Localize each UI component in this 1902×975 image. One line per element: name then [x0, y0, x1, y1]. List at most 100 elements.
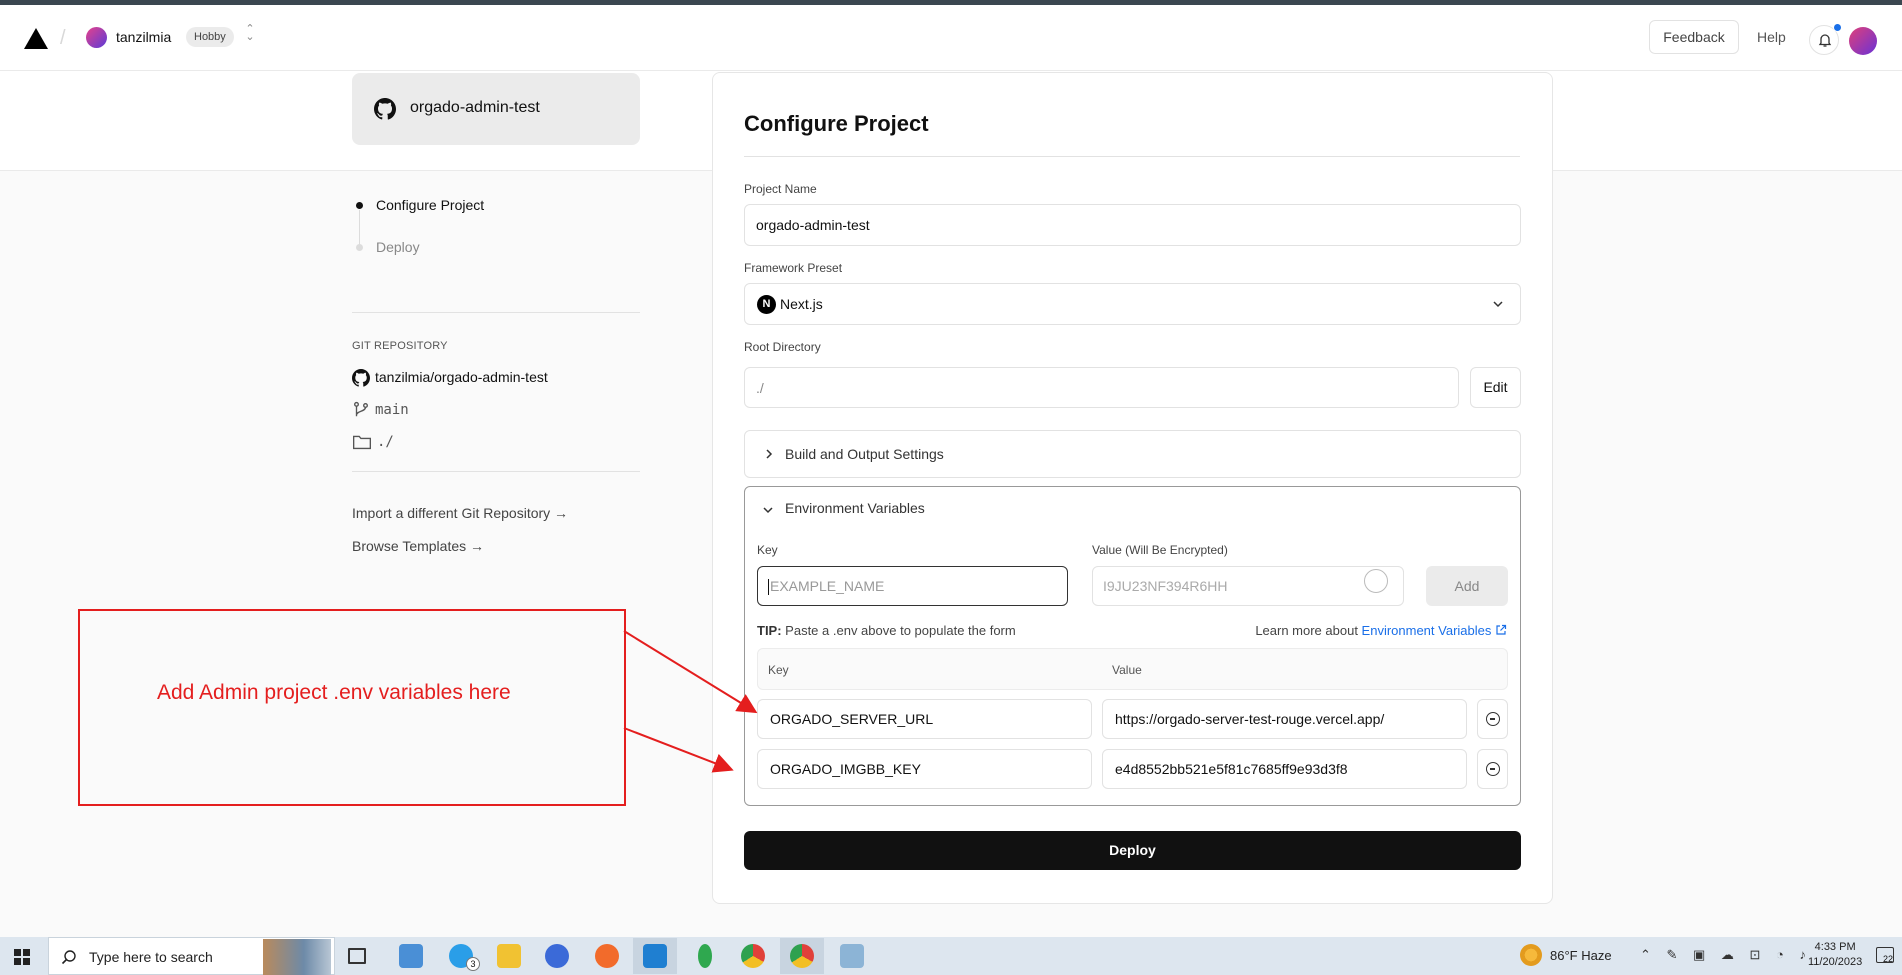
minus-circle-icon [1486, 712, 1500, 726]
system-tray-icons[interactable]: ⌃ ✎ ▣ ☁ ⊡ ◔ ♪ [1640, 947, 1812, 963]
steps-line [359, 210, 360, 248]
env-key-input[interactable]: EXAMPLE_NAME [757, 566, 1068, 606]
build-output-settings-label: Build and Output Settings [785, 446, 944, 462]
tip-text: Paste a .env above to populate the form [781, 623, 1016, 638]
git-repository-label: GIT REPOSITORY [352, 340, 448, 352]
external-link-icon[interactable] [1495, 624, 1507, 636]
team-name[interactable]: tanzilmia [116, 29, 171, 45]
team-avatar[interactable] [86, 27, 107, 48]
env-table-value-header: Value [1112, 663, 1142, 677]
nextjs-logo-icon: N [757, 295, 776, 314]
step-dot-active [356, 202, 363, 209]
project-name-label: Project Name [744, 182, 817, 196]
project-name-input[interactable]: orgado-admin-test [744, 204, 1521, 246]
clock-time: 4:33 PM [1814, 941, 1856, 953]
edit-root-directory-button[interactable]: Edit [1470, 367, 1521, 408]
user-avatar[interactable] [1849, 27, 1877, 55]
page-title: Configure Project [744, 111, 929, 136]
taskbar-search-box[interactable]: Type here to search [48, 937, 335, 975]
environment-variables-title[interactable]: Environment Variables [785, 500, 925, 516]
env-row-key-input[interactable]: ORGADO_SERVER_URL [757, 699, 1092, 739]
learn-more-text: Learn more about Environment Variables [1255, 623, 1507, 638]
weather-text[interactable]: 86°F Haze [1550, 948, 1612, 963]
env-key-placeholder: EXAMPLE_NAME [770, 578, 885, 594]
environment-variables-link[interactable]: Environment Variables [1362, 623, 1492, 638]
framework-preset-value: Next.js [780, 296, 823, 312]
env-value-label: Value (Will Be Encrypted) [1092, 543, 1228, 557]
annotation-text: Add Admin project .env variables here [157, 681, 511, 704]
root-directory-input[interactable]: ./ [744, 367, 1459, 408]
annotation-arrows [623, 630, 758, 773]
env-row-key-input[interactable]: ORGADO_IMGBB_KEY [757, 749, 1092, 789]
remove-env-row-button[interactable] [1477, 749, 1508, 789]
repo-card: orgado-admin-test [352, 73, 640, 145]
git-repo-row[interactable]: tanzilmia/orgado-admin-test [352, 369, 548, 387]
file-explorer-icon[interactable] [497, 944, 521, 968]
env-row-value-input[interactable]: https://orgado-server-test-rouge.vercel.… [1102, 699, 1467, 739]
title-divider [744, 156, 1520, 157]
mongodb-icon[interactable] [698, 944, 712, 968]
deploy-button[interactable]: Deploy [744, 831, 1521, 870]
env-value-input[interactable]: I9JU23NF394R6HH [1092, 566, 1404, 606]
env-key-label: Key [757, 543, 778, 557]
text-caret [768, 579, 769, 596]
feedback-button[interactable]: Feedback [1649, 20, 1739, 54]
tip-label: TIP: [757, 623, 782, 638]
search-icon [61, 950, 76, 965]
folder-icon [353, 435, 371, 450]
remove-env-row-button[interactable] [1477, 699, 1508, 739]
step-deploy: Deploy [376, 239, 420, 255]
step-dot-pending [356, 244, 363, 251]
framework-preset-select[interactable] [744, 283, 1521, 325]
vercel-logo-icon[interactable] [24, 28, 48, 49]
notification-center-icon[interactable]: 22 [1876, 947, 1894, 964]
env-row-value-input[interactable]: e4d8552bb521e5f81c7685ff9e93d3f8 [1102, 749, 1467, 789]
git-branch-row[interactable]: main [352, 401, 409, 419]
repo-card-name: orgado-admin-test [410, 99, 540, 116]
windows-start-icon[interactable] [14, 949, 30, 965]
firefox-icon[interactable] [545, 944, 569, 968]
sidebar-divider [352, 471, 640, 472]
skype-badge: 3 [466, 957, 480, 971]
browse-templates-link[interactable]: Browse Templates → [352, 538, 484, 554]
notification-dot [1833, 23, 1842, 32]
chevron-down-icon[interactable] [761, 503, 775, 517]
git-repo-name: tanzilmia/orgado-admin-test [375, 369, 548, 385]
git-branch-name: main [375, 402, 409, 418]
git-directory-value: ./ [377, 434, 394, 450]
top-header: / tanzilmia Hobby ⌃ ⌄ Feedback Help [0, 5, 1902, 71]
search-highlight-image [263, 939, 331, 975]
help-link[interactable]: Help [1757, 29, 1786, 45]
weather-icon[interactable] [1520, 944, 1542, 966]
framework-preset-label: Framework Preset [744, 261, 843, 275]
minus-circle-icon [1486, 762, 1500, 776]
step-configure-project: Configure Project [376, 197, 485, 213]
learn-more-prefix: Learn more about [1255, 623, 1362, 638]
annotation-box [78, 609, 626, 806]
breadcrumb-separator: / [60, 27, 66, 49]
team-switcher-icon[interactable]: ⌃ ⌄ [243, 24, 257, 49]
chevron-down-icon [1493, 301, 1503, 308]
github-icon [352, 369, 371, 387]
root-directory-label: Root Directory [744, 340, 821, 354]
import-different-repo-link[interactable]: Import a different Git Repository → [352, 505, 568, 521]
clock-date: 11/20/2023 [1808, 956, 1863, 968]
plan-badge: Hobby [186, 27, 234, 47]
taskbar-clock[interactable]: 4:33 PM 11/20/2023 [1808, 940, 1862, 970]
taskbar-search-placeholder: Type here to search [89, 949, 213, 965]
vscode-icon[interactable] [643, 944, 667, 968]
app-icon[interactable] [399, 944, 423, 968]
env-table-key-header: Key [768, 663, 789, 677]
add-env-button[interactable]: Add [1426, 566, 1508, 606]
chevron-right-icon [766, 449, 773, 459]
chrome-icon[interactable] [741, 944, 765, 968]
windows-taskbar: Type here to search 3 [0, 937, 1902, 975]
app-window-icon[interactable] [840, 944, 864, 968]
task-view-icon[interactable] [348, 948, 366, 964]
value-visibility-toggle[interactable] [1364, 569, 1388, 593]
build-output-settings-toggle[interactable]: Build and Output Settings [744, 430, 1521, 478]
bell-icon [1818, 34, 1832, 47]
postman-icon[interactable] [595, 944, 619, 968]
chrome-profile-icon[interactable] [790, 944, 814, 968]
env-tip: TIP: Paste a .env above to populate the … [757, 623, 1016, 638]
